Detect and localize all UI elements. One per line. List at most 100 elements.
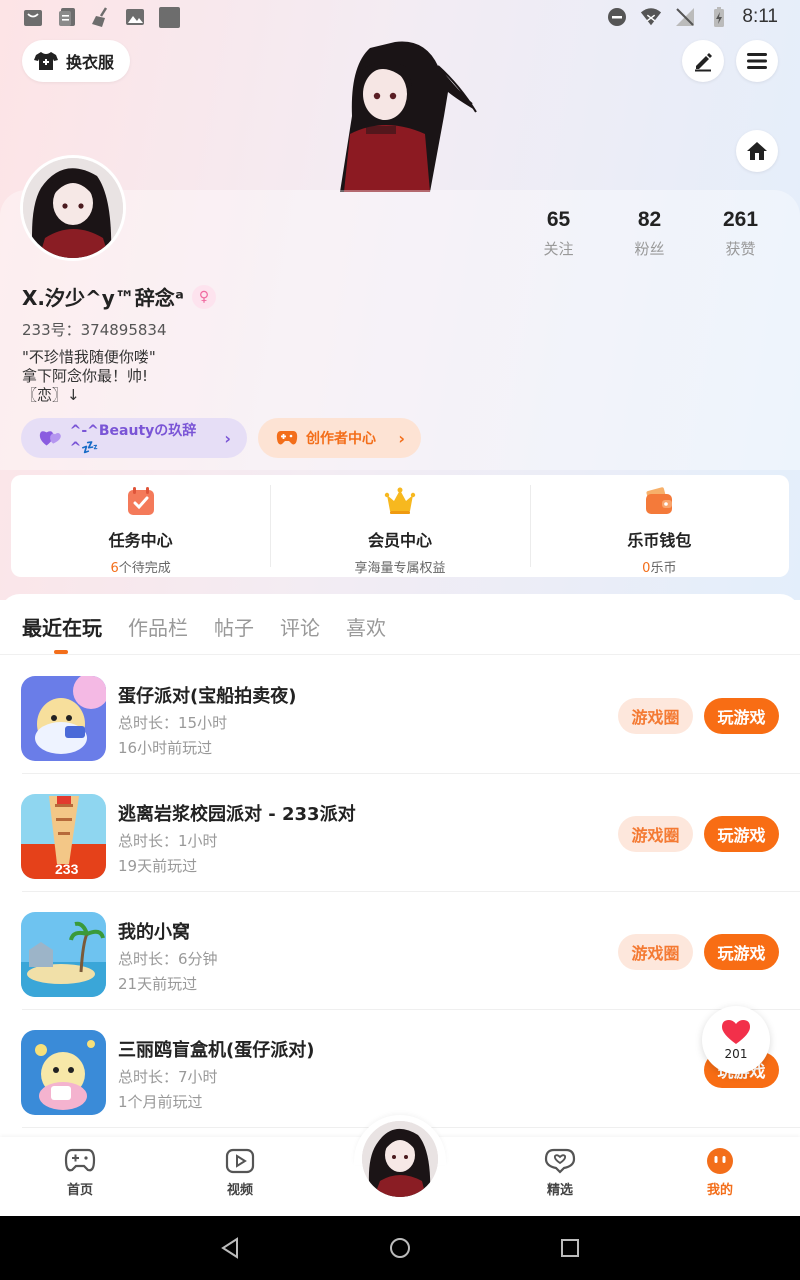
creator-center-label: 创作者中心 (306, 431, 376, 447)
broom-icon (92, 7, 108, 27)
avatar-image (23, 158, 123, 258)
stat-likes[interactable]: 261 获赞 (695, 208, 786, 259)
list-item[interactable]: 我的小窝 总时长：6分钟 21天前玩过 游戏圈 玩游戏 (0, 892, 800, 1010)
heart-chat-icon (544, 1148, 576, 1174)
list-item[interactable]: 233 逃离岩浆校园派对 - 233派对 总时长：1小时 19天前玩过 游戏圈 … (0, 774, 800, 892)
game-title: 我的小窝 (118, 922, 190, 943)
avatar-3d-figure[interactable] (330, 36, 480, 192)
game-list: 蛋仔派对(宝船拍卖夜) 总时长：15小时 16小时前玩过 游戏圈 玩游戏 233… (0, 656, 800, 1128)
game-title: 三丽鸥盲盒机(蛋仔派对) (118, 1040, 315, 1061)
nav-profile[interactable]: 我的 (680, 1147, 760, 1198)
tab-bar: 最近在玩 作品栏 帖子 评论 喜欢 (22, 612, 386, 641)
game-icon (21, 912, 106, 997)
service-subtitle: 享海量专属权益 (354, 561, 446, 576)
user-id: 233号：374895834 (22, 321, 167, 339)
play-game-button[interactable]: 玩游戏 (704, 816, 779, 852)
like-float-button[interactable]: 201 (702, 1006, 770, 1074)
divider (0, 654, 800, 655)
profile-face-icon (707, 1148, 733, 1174)
recents-icon[interactable] (560, 1238, 580, 1258)
stat-following[interactable]: 65 关注 (513, 208, 604, 259)
nav-featured[interactable]: 精选 (520, 1147, 600, 1198)
edit-icon (695, 53, 712, 72)
game-icon: 233 (21, 794, 106, 879)
member-center-button[interactable]: 会员中心 享海量专属权益 (270, 475, 529, 577)
game-icon (21, 1030, 106, 1115)
tab-likes[interactable]: 喜欢 (346, 612, 386, 641)
bottom-navigation: 首页 视频 精选 我的 (0, 1115, 800, 1216)
game-last-played: 16小时前玩过 (118, 739, 213, 757)
task-subtitle-text: 个待完成 (118, 561, 171, 576)
home-button[interactable] (736, 130, 778, 172)
avatar[interactable] (20, 155, 126, 261)
shopping-bag-icon (24, 10, 42, 26)
username: X.汐少^y™辞念ᵃ (22, 286, 184, 310)
menu-button[interactable] (736, 40, 778, 82)
bio-line: "不珍惜我随便你喽" (22, 348, 156, 366)
fan-club-button[interactable]: ^-^Beautyの玖辞^💤 › (21, 418, 247, 458)
game-duration: 总时长：15小时 (118, 714, 228, 732)
chevron-right-icon: › (224, 428, 231, 448)
coin-subtitle-text: 乐币 (650, 561, 677, 576)
video-play-icon (225, 1148, 255, 1174)
clock: 8:11 (742, 6, 778, 27)
game-duration: 总时长：6分钟 (118, 950, 218, 968)
tab-comments[interactable]: 评论 (280, 612, 320, 641)
stat-value: 82 (637, 208, 662, 231)
tab-works[interactable]: 作品栏 (128, 612, 188, 641)
edit-profile-button[interactable] (682, 40, 724, 82)
game-last-played: 19天前玩过 (118, 857, 198, 875)
system-navigation-bar (0, 1216, 800, 1280)
nav-center-avatar[interactable] (354, 1115, 446, 1205)
game-circle-button[interactable]: 游戏圈 (618, 816, 693, 852)
service-subtitle: 0乐币 (642, 557, 676, 576)
nav-label: 精选 (546, 1183, 573, 1198)
task-center-button[interactable]: 任务中心 6个待完成 (11, 475, 270, 577)
crown-icon (384, 487, 416, 514)
like-count: 201 (724, 1047, 748, 1061)
nav-home[interactable]: 首页 (40, 1147, 120, 1198)
avatar-image (362, 1121, 438, 1197)
game-circle-button[interactable]: 游戏圈 (618, 934, 693, 970)
battery-icon (714, 7, 725, 27)
nav-label: 视频 (226, 1183, 253, 1198)
creator-center-button[interactable]: 创作者中心 › (258, 418, 421, 458)
stat-label: 获赞 (725, 240, 756, 258)
task-count: 6 (110, 561, 119, 576)
service-title: 会员中心 (367, 531, 432, 550)
wallet-icon (646, 487, 673, 514)
game-title: 逃离岩浆校园派对 - 233派对 (118, 804, 356, 825)
heart-icon (722, 1020, 750, 1044)
bio-line: 拿下阿念你最！帅! (22, 367, 149, 385)
service-subtitle: 6个待完成 (111, 557, 171, 576)
username-row: X.汐少^y™辞念ᵃ ♀ (22, 282, 216, 311)
gamepad-icon (276, 431, 298, 445)
square-icon (159, 7, 180, 28)
game-duration: 总时长：7小时 (118, 1068, 218, 1086)
nav-video[interactable]: 视频 (200, 1147, 280, 1198)
menu-icon (747, 53, 767, 69)
image-icon (126, 9, 144, 25)
list-item[interactable]: 三丽鸥盲盒机(蛋仔派对) 总时长：7小时 1个月前玩过 玩游戏 (0, 1010, 800, 1128)
play-game-button[interactable]: 玩游戏 (704, 934, 779, 970)
nav-label: 首页 (66, 1183, 93, 1198)
game-circle-button[interactable]: 游戏圈 (618, 698, 693, 734)
back-icon[interactable] (218, 1236, 242, 1260)
fan-club-label: ^-^Beautyの玖辞^💤 (69, 423, 197, 456)
home-circle-icon[interactable] (388, 1236, 412, 1260)
status-bar: 8:11 (0, 0, 800, 34)
play-game-button[interactable]: 玩游戏 (704, 698, 779, 734)
stat-value: 65 (546, 208, 571, 231)
list-item[interactable]: 蛋仔派对(宝船拍卖夜) 总时长：15小时 16小时前玩过 游戏圈 玩游戏 (0, 656, 800, 774)
wallet-button[interactable]: 乐币钱包 0乐币 (529, 475, 789, 577)
tab-posts[interactable]: 帖子 (214, 612, 254, 641)
gamepad-icon (64, 1148, 96, 1172)
stat-label: 粉丝 (634, 240, 665, 258)
stat-fans[interactable]: 82 粉丝 (604, 208, 695, 259)
services-panel: 任务中心 6个待完成 会员中心 享海量专属权益 乐币钱包 0乐币 (11, 475, 789, 577)
document-icon (59, 8, 75, 26)
tab-recently-played[interactable]: 最近在玩 (22, 612, 102, 641)
female-icon: ♀ (191, 284, 216, 309)
change-outfit-label: 换衣服 (66, 53, 115, 72)
change-outfit-button[interactable]: 换衣服 (22, 40, 131, 82)
